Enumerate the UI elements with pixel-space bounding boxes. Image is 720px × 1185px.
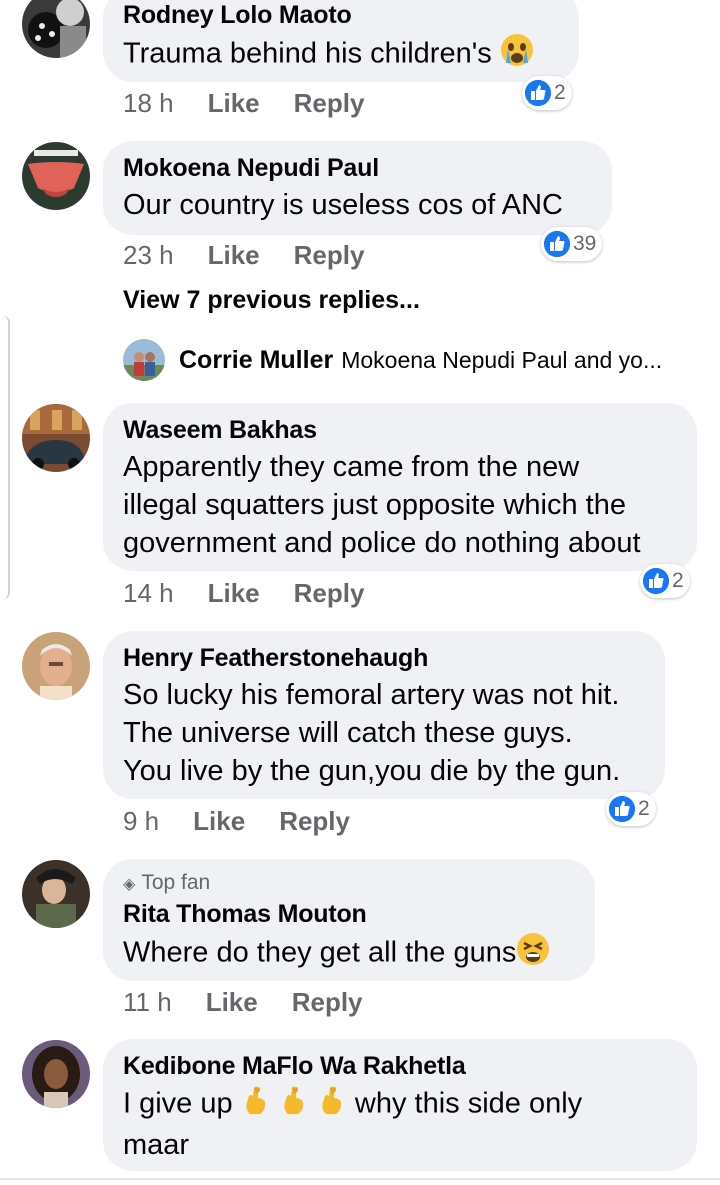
avatar[interactable]: [123, 339, 165, 381]
comment-time[interactable]: 11 h: [123, 987, 172, 1018]
reply-preview[interactable]: Corrie Muller Mokoena Nepudi Paul and yo…: [123, 338, 662, 382]
comment-actions: 18 h Like Reply: [123, 88, 364, 119]
reply-author-name[interactable]: Corrie Muller: [179, 346, 333, 375]
comment-bubble: ◈ Top fan Rita Thomas Mouton Where do the…: [103, 859, 595, 981]
reply-button[interactable]: Reply: [292, 987, 363, 1018]
divider: [0, 1178, 720, 1180]
like-reaction-icon: [544, 231, 570, 257]
reaction-number: 2: [638, 797, 650, 820]
commenter-name[interactable]: Rodney Lolo Maoto: [123, 0, 559, 30]
like-reaction-icon: [643, 568, 669, 594]
comment-bubble: Waseem Bakhas Apparently they came from …: [103, 403, 697, 571]
like-button[interactable]: Like: [208, 88, 260, 119]
avatar[interactable]: [22, 0, 90, 58]
comment-actions: 23 h Like Reply: [123, 240, 364, 271]
comment-actions: 9 h Like Reply: [123, 806, 350, 837]
reaction-count[interactable]: 2: [606, 792, 656, 826]
comment-text: Trauma behind his children's: [123, 33, 559, 77]
crossed-fingers-emoji-icon: [317, 1084, 347, 1126]
comment-bubble: Kedibone MaFlo Wa Rakhetla I give up why…: [103, 1039, 697, 1171]
avatar[interactable]: [22, 142, 90, 210]
comment-time[interactable]: 14 h: [123, 578, 174, 609]
reaction-number: 39: [573, 232, 597, 255]
commenter-name[interactable]: Henry Featherstonehaugh: [123, 643, 645, 673]
comment-actions: 14 h Like Reply: [123, 578, 364, 609]
avatar[interactable]: [22, 404, 90, 472]
comment-text: Apparently they came from the new illega…: [123, 451, 641, 559]
commenter-name[interactable]: Kedibone MaFlo Wa Rakhetla: [123, 1051, 677, 1081]
reaction-count[interactable]: 2: [640, 564, 690, 598]
top-fan-badge: ◈ Top fan: [123, 871, 211, 894]
diamond-icon: ◈: [123, 876, 136, 893]
reply-button[interactable]: Reply: [294, 240, 365, 271]
comment-text: Where do they get all the guns: [123, 932, 575, 976]
view-previous-replies-link[interactable]: View 7 previous replies...: [123, 286, 420, 315]
comment-bubble: Mokoena Nepudi Paul Our country is usele…: [103, 141, 612, 235]
crossed-fingers-emoji-icon: [279, 1084, 309, 1126]
reaction-count[interactable]: 2: [522, 76, 572, 110]
like-button[interactable]: Like: [193, 806, 245, 837]
reply-button[interactable]: Reply: [279, 806, 350, 837]
comment-text: I give up why this side only maar: [123, 1084, 677, 1164]
comment-text: Our country is useless cos of ANC: [123, 189, 563, 221]
comment-bubble: Henry Featherstonehaugh So lucky his fem…: [103, 631, 665, 799]
like-button[interactable]: Like: [208, 578, 260, 609]
reaction-number: 2: [672, 569, 684, 592]
avatar[interactable]: [22, 1040, 90, 1108]
comment-time[interactable]: 23 h: [123, 240, 174, 271]
comment-text: So lucky his femoral artery was not hit.…: [123, 679, 621, 787]
tired-face-emoji-icon: [516, 932, 550, 976]
reply-button[interactable]: Reply: [294, 88, 365, 119]
comment-bubble: Rodney Lolo Maoto Trauma behind his chil…: [103, 0, 579, 82]
commenter-name[interactable]: Rita Thomas Mouton: [123, 899, 575, 929]
avatar[interactable]: [22, 632, 90, 700]
commenter-name[interactable]: Waseem Bakhas: [123, 415, 677, 445]
reply-button[interactable]: Reply: [294, 578, 365, 609]
reply-preview-text: Mokoena Nepudi Paul and yo...: [341, 346, 663, 373]
commenter-name[interactable]: Mokoena Nepudi Paul: [123, 153, 592, 183]
comment-time[interactable]: 9 h: [123, 806, 159, 837]
crossed-fingers-emoji-icon: [241, 1084, 271, 1126]
scroll-edge-indicator: [0, 315, 10, 600]
crying-face-emoji-icon: [500, 33, 534, 77]
comment-actions: 11 h Like Reply: [123, 987, 363, 1018]
reaction-number: 2: [554, 81, 566, 104]
reaction-count[interactable]: 39: [541, 227, 603, 261]
like-reaction-icon: [525, 80, 551, 106]
avatar[interactable]: [22, 860, 90, 928]
comment-time[interactable]: 18 h: [123, 88, 174, 119]
like-button[interactable]: Like: [208, 240, 260, 271]
like-button[interactable]: Like: [206, 987, 258, 1018]
like-reaction-icon: [609, 796, 635, 822]
